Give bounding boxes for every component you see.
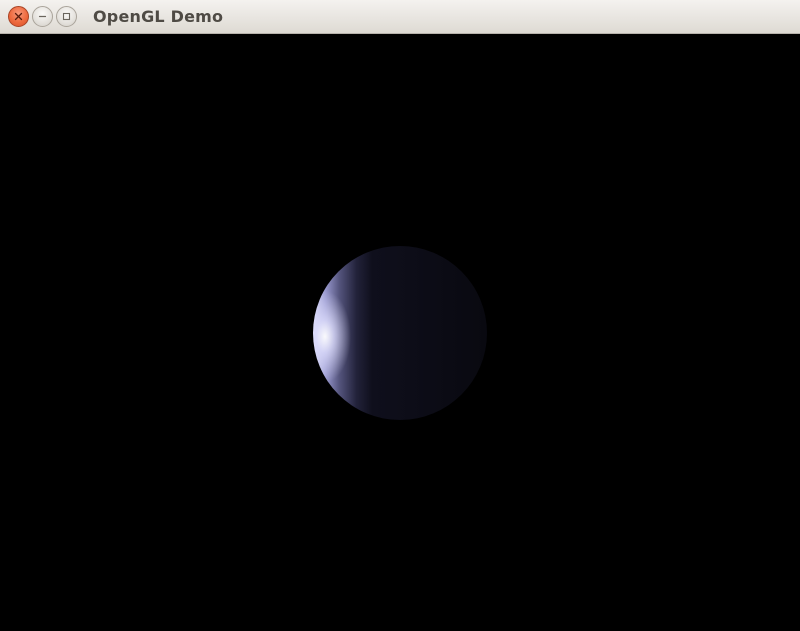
- app-window: OpenGL Demo: [0, 0, 800, 631]
- window-controls: [8, 6, 77, 28]
- close-icon: [14, 12, 23, 21]
- minimize-button[interactable]: [32, 6, 53, 27]
- minimize-icon: [38, 12, 47, 21]
- close-button[interactable]: [8, 6, 29, 27]
- maximize-icon: [62, 12, 71, 21]
- maximize-button[interactable]: [56, 6, 77, 27]
- window-title: OpenGL Demo: [93, 7, 224, 26]
- rendered-sphere: [313, 246, 487, 420]
- opengl-viewport[interactable]: [0, 34, 800, 631]
- window-titlebar[interactable]: OpenGL Demo: [0, 0, 800, 34]
